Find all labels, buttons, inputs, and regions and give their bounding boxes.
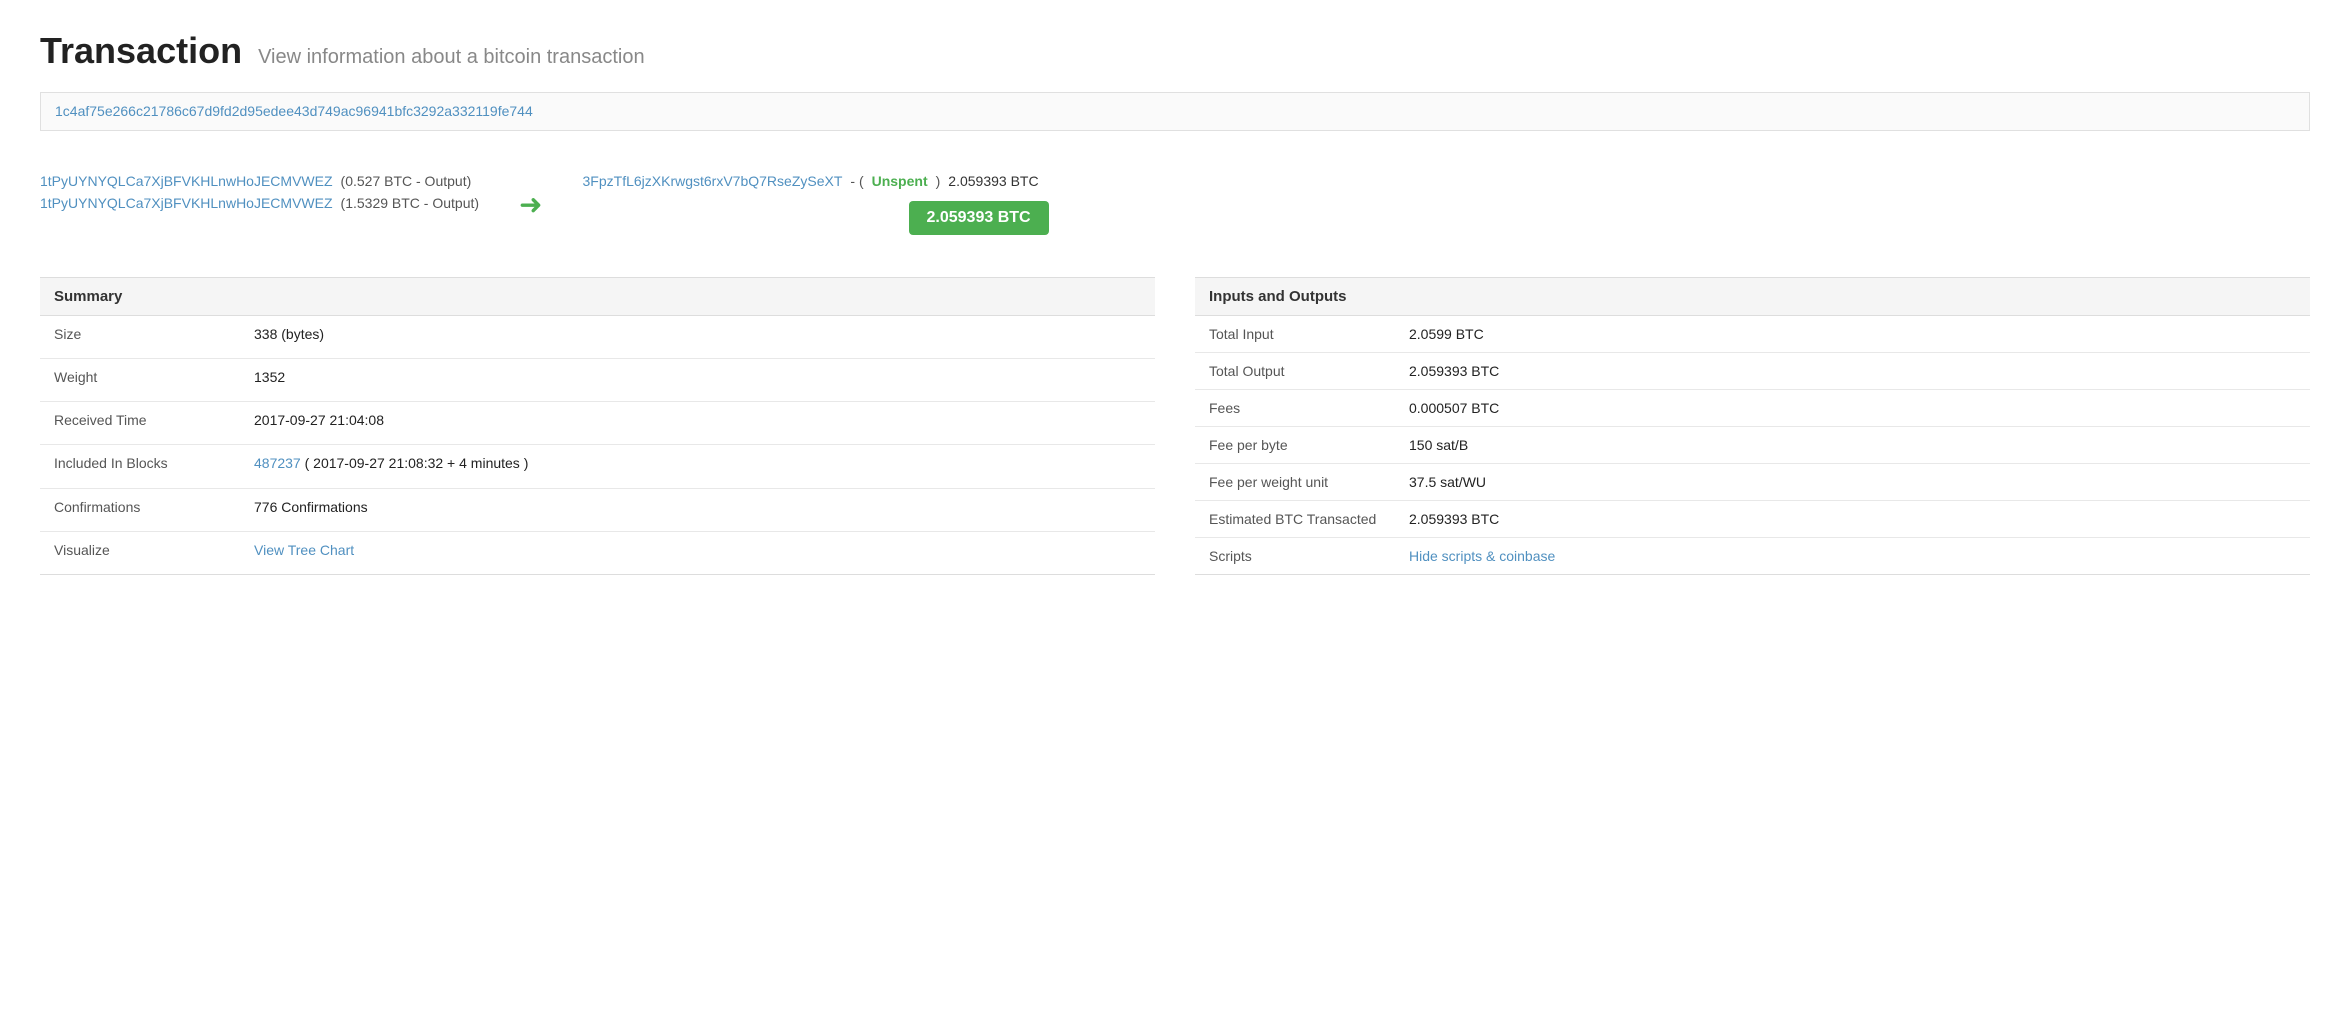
row-value-cell: 338 (bytes)	[240, 316, 1155, 359]
summary-table: Summary Size 338 (bytes) Weight 1352 Rec…	[40, 277, 1155, 575]
row-label: Included In Blocks	[40, 445, 240, 488]
row-label: Received Time	[40, 402, 240, 445]
input-amount: (0.527 BTC - Output)	[341, 173, 472, 189]
row-value: 2.059393 BTC	[1409, 363, 1499, 379]
table-row: Confirmations 776 Confirmations	[40, 488, 1155, 531]
input-address-link[interactable]: 1tPyUYNYQLCa7XjBFVKHLnwHoJECMVWEZ	[40, 173, 333, 189]
row-value: 2.0599 BTC	[1409, 326, 1484, 342]
page-title: Transaction	[40, 30, 242, 72]
row-value-cell: 776 Confirmations	[240, 488, 1155, 531]
table-row: Included In Blocks 487237 ( 2017-09-27 2…	[40, 445, 1155, 488]
table-row: Weight 1352	[40, 359, 1155, 402]
tx-id-link[interactable]: 1c4af75e266c21786c67d9fd2d95edee43d749ac…	[55, 103, 533, 119]
input-entry: 1tPyUYNYQLCa7XjBFVKHLnwHoJECMVWEZ (1.5329…	[40, 195, 479, 211]
page-subtitle: View information about a bitcoin transac…	[258, 46, 645, 69]
tx-id-bar: 1c4af75e266c21786c67d9fd2d95edee43d749ac…	[40, 92, 2310, 131]
scripts-link[interactable]: Hide scripts & coinbase	[1409, 548, 1555, 564]
input-amount: (1.5329 BTC - Output)	[341, 195, 480, 211]
row-value-cell: 1352	[240, 359, 1155, 402]
row-value-cell: 2.059393 BTC	[1395, 353, 2310, 390]
table-row: Total Input 2.0599 BTC	[1195, 316, 2310, 353]
output-address-link[interactable]: 3FpzTfL6jzXKrwgst6rxV7bQ7RseZySeXT	[583, 173, 843, 189]
view-tree-chart-link[interactable]: View Tree Chart	[254, 542, 354, 558]
row-value: 150 sat/B	[1409, 437, 1468, 453]
input-address-link[interactable]: 1tPyUYNYQLCa7XjBFVKHLnwHoJECMVWEZ	[40, 195, 333, 211]
summary-heading: Summary	[40, 278, 1155, 316]
two-col-section: Summary Size 338 (bytes) Weight 1352 Rec…	[40, 277, 2310, 575]
arrow-icon: ➜	[479, 188, 582, 221]
unspent-badge: Unspent	[872, 173, 928, 189]
outputs-col: 3FpzTfL6jzXKrwgst6rxV7bQ7RseZySeXT - ( Un…	[583, 173, 1049, 189]
row-value-cell: 2017-09-27 21:04:08	[240, 402, 1155, 445]
output-amount: 2.059393 BTC	[948, 173, 1048, 189]
table-row: Visualize View Tree Chart	[40, 531, 1155, 574]
row-value: 2.059393 BTC	[1409, 511, 1499, 527]
output-entry: 3FpzTfL6jzXKrwgst6rxV7bQ7RseZySeXT - ( Un…	[583, 173, 1049, 189]
row-label: Estimated BTC Transacted	[1195, 501, 1395, 538]
block-extra: ( 2017-09-27 21:08:32 + 4 minutes )	[301, 455, 529, 471]
row-label: Size	[40, 316, 240, 359]
output-dash: - (	[850, 173, 863, 189]
table-row: Fees 0.000507 BTC	[1195, 390, 2310, 427]
row-value-cell: Hide scripts & coinbase	[1395, 538, 2310, 575]
row-value: 776 Confirmations	[254, 499, 368, 515]
row-label: Fee per byte	[1195, 427, 1395, 464]
table-row: Fee per byte 150 sat/B	[1195, 427, 2310, 464]
row-label: Confirmations	[40, 488, 240, 531]
inputs-outputs-table: Inputs and Outputs Total Input 2.0599 BT…	[1195, 277, 2310, 575]
row-value-cell: 0.000507 BTC	[1395, 390, 2310, 427]
row-value-cell: View Tree Chart	[240, 531, 1155, 574]
inputs-outputs-heading: Inputs and Outputs	[1195, 278, 2310, 316]
row-value-cell: 150 sat/B	[1395, 427, 2310, 464]
row-label: Fee per weight unit	[1195, 464, 1395, 501]
transaction-flow: 1tPyUYNYQLCa7XjBFVKHLnwHoJECMVWEZ (0.527 …	[40, 155, 2310, 245]
outputs-wrapper: 3FpzTfL6jzXKrwgst6rxV7bQ7RseZySeXT - ( Un…	[583, 173, 1049, 235]
row-value: 1352	[254, 369, 285, 385]
total-btc-badge: 2.059393 BTC	[909, 201, 1049, 235]
block-link[interactable]: 487237	[254, 455, 301, 471]
table-row: Total Output 2.059393 BTC	[1195, 353, 2310, 390]
row-value: 37.5 sat/WU	[1409, 474, 1486, 490]
row-label: Total Output	[1195, 353, 1395, 390]
row-value-cell: 2.0599 BTC	[1395, 316, 2310, 353]
table-row: Size 338 (bytes)	[40, 316, 1155, 359]
table-row: Scripts Hide scripts & coinbase	[1195, 538, 2310, 575]
row-value: 2017-09-27 21:04:08	[254, 412, 384, 428]
table-row: Estimated BTC Transacted 2.059393 BTC	[1195, 501, 2310, 538]
table-row: Fee per weight unit 37.5 sat/WU	[1195, 464, 2310, 501]
input-entry: 1tPyUYNYQLCa7XjBFVKHLnwHoJECMVWEZ (0.527 …	[40, 173, 479, 189]
inputs-col: 1tPyUYNYQLCa7XjBFVKHLnwHoJECMVWEZ (0.527 …	[40, 173, 479, 211]
row-label: Fees	[1195, 390, 1395, 427]
row-value-cell: 2.059393 BTC	[1395, 501, 2310, 538]
row-value: 0.000507 BTC	[1409, 400, 1499, 416]
row-value-cell: 37.5 sat/WU	[1395, 464, 2310, 501]
row-label: Visualize	[40, 531, 240, 574]
row-value: 338 (bytes)	[254, 326, 324, 342]
output-paren: )	[936, 173, 941, 189]
row-label: Total Input	[1195, 316, 1395, 353]
row-label: Weight	[40, 359, 240, 402]
row-value-cell: 487237 ( 2017-09-27 21:08:32 + 4 minutes…	[240, 445, 1155, 488]
table-row: Received Time 2017-09-27 21:04:08	[40, 402, 1155, 445]
row-label: Scripts	[1195, 538, 1395, 575]
